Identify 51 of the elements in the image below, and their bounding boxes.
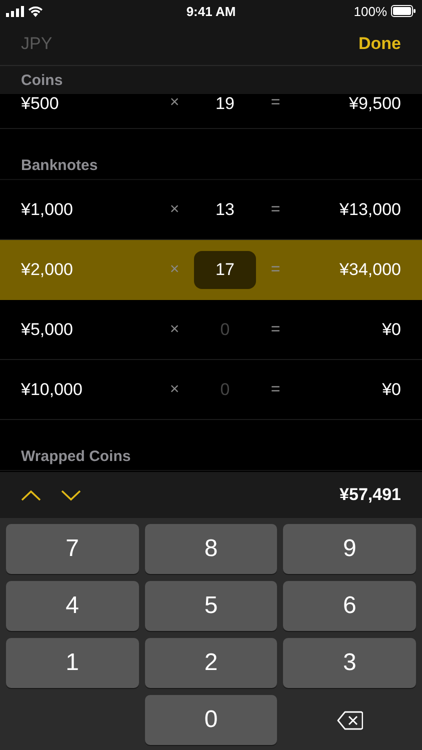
digit-key[interactable]: 0 [144, 695, 278, 745]
digit-key[interactable]: 5 [144, 581, 278, 631]
denomination-row[interactable]: ¥5,000 × 0 = ¥0 [0, 300, 422, 360]
equals-sign: = [270, 200, 282, 218]
multiply-sign: × [168, 380, 180, 398]
equals-sign: = [270, 94, 282, 112]
digit-key[interactable]: 8 [144, 524, 278, 574]
section-header: Banknotes [21, 157, 98, 174]
multiply-sign: × [168, 200, 180, 218]
chevron-up-icon[interactable] [21, 490, 41, 500]
count-field[interactable]: 17 [194, 250, 256, 288]
wifi-icon [28, 6, 43, 16]
row-total: ¥13,000 [338, 200, 401, 220]
denomination-row[interactable]: ¥2,000 × 17 = ¥34,000 [0, 240, 422, 300]
denomination-label: ¥500 [21, 94, 60, 114]
battery-percent: 100% [354, 4, 387, 18]
equals-sign: = [270, 320, 282, 338]
digit-key[interactable]: 4 [6, 581, 139, 631]
signal-icon [6, 6, 24, 16]
digit-key[interactable]: 9 [283, 524, 416, 574]
multiply-sign: × [168, 320, 180, 338]
grand-total: ¥57,491 [340, 485, 401, 505]
row-total: ¥34,000 [338, 260, 401, 280]
chevron-down-icon[interactable] [61, 490, 81, 500]
count-field[interactable]: 13 [194, 190, 256, 228]
multiply-sign: × [168, 260, 180, 278]
denomination-row[interactable]: ¥10,000 × 0 = ¥0 [0, 360, 422, 420]
digit-key[interactable]: 2 [144, 638, 278, 688]
done-button[interactable]: Done [358, 34, 401, 54]
section-header: Wrapped Coins [21, 448, 131, 465]
denomination-label: ¥10,000 [21, 380, 84, 400]
equals-sign: = [270, 380, 282, 398]
backspace-icon[interactable] [336, 710, 363, 730]
digit-key[interactable]: 7 [6, 524, 139, 574]
denomination-label: ¥2,000 [21, 260, 74, 280]
equals-sign: = [270, 260, 282, 278]
digit-key[interactable]: 6 [283, 581, 416, 631]
battery-icon [391, 5, 416, 17]
multiply-sign: × [168, 94, 180, 112]
denomination-label: ¥5,000 [21, 320, 74, 340]
currency-title: JPY [21, 34, 52, 54]
count-field[interactable]: 19 [194, 94, 256, 114]
status-time: 9:41 AM [186, 4, 236, 18]
section-header: Coins [21, 72, 63, 88]
row-total: ¥9,500 [348, 94, 401, 114]
denomination-row[interactable]: ¥500 × 19 = ¥9,500 [0, 94, 422, 129]
denomination-label: ¥1,000 [21, 200, 74, 220]
row-total: ¥0 [381, 380, 401, 400]
digit-key[interactable]: 3 [283, 638, 416, 688]
row-total: ¥0 [381, 320, 401, 340]
digit-key[interactable]: 1 [6, 638, 139, 688]
